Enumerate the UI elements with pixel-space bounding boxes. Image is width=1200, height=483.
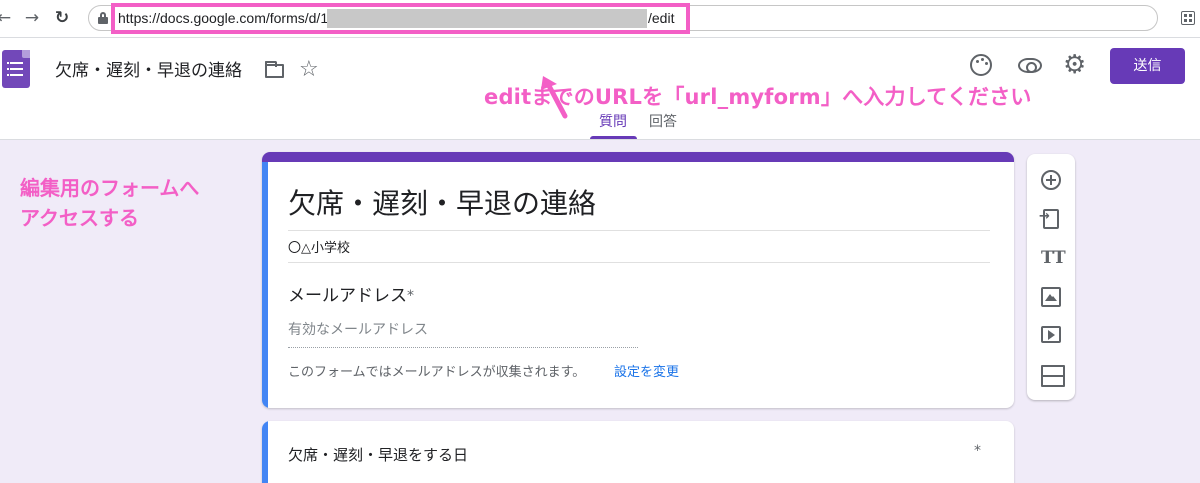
tab-responses[interactable]: 回答 [649,113,677,131]
required-star: * [974,443,981,459]
add-section-icon[interactable] [1041,365,1065,387]
document-title[interactable]: 欠席・遅刻・早退の連絡 [55,60,242,82]
add-question-icon[interactable] [1041,170,1061,190]
add-video-icon[interactable] [1041,326,1061,343]
card-focus-bar [262,421,268,483]
form-description[interactable]: 〇△小学校 [288,240,350,258]
form-title-card[interactable]: 欠席・遅刻・早退の連絡 〇△小学校 メールアドレス* 有効なメールアドレス この… [262,152,1014,408]
card-focus-bar [262,162,268,408]
send-button[interactable]: 送信 [1110,48,1185,84]
form-title[interactable]: 欠席・遅刻・早退の連絡 [288,186,596,222]
side-toolbar: TT [1027,154,1075,400]
description-underline [288,262,990,263]
email-label-text: メールアドレス [288,286,407,306]
card-top-bar [262,152,1014,162]
url-highlight-box [111,3,690,34]
gear-icon[interactable]: ⚙ [1063,51,1086,79]
annotation-url-note: editまでのURLを「url_myform」へ入力してください [484,85,1032,109]
required-star: * [407,288,414,304]
email-field[interactable]: 有効なメールアドレス [288,320,638,348]
star-icon[interactable]: ☆ [299,58,319,82]
email-label: メールアドレス* [288,285,414,307]
reload-icon[interactable]: ↻ [52,8,72,28]
back-arrow-icon[interactable]: ← [0,8,14,28]
palette-icon[interactable] [970,54,992,76]
change-settings-link[interactable]: 設定を変更 [614,364,679,382]
annotation-left-note: 編集用のフォームへ アクセスする [20,173,199,233]
folder-icon[interactable] [265,61,284,78]
tab-questions[interactable]: 質問 [599,113,627,131]
annotation-left-line1: 編集用のフォームへ [20,176,200,200]
question-card[interactable]: 欠席・遅刻・早退をする日 * [262,421,1014,483]
forms-logo-icon[interactable] [2,50,30,88]
lock-icon[interactable] [98,12,108,24]
add-image-icon[interactable] [1041,287,1061,307]
question-title[interactable]: 欠席・遅刻・早退をする日 [288,445,468,465]
forms-header: 欠席・遅刻・早退の連絡 ☆ ⚙ 送信 質問 回答 editまでのURLを「url… [0,38,1200,140]
active-tab-indicator [590,136,637,139]
forward-arrow-icon[interactable]: → [22,8,42,28]
import-questions-icon[interactable] [1039,209,1059,229]
annotation-left-line2: アクセスする [20,206,139,230]
add-title-icon[interactable]: TT [1041,248,1066,268]
email-collection-note: このフォームではメールアドレスが収集されます。 [288,365,586,380]
eye-icon[interactable] [1018,58,1042,73]
extension-icon[interactable] [1181,11,1195,25]
title-underline [288,230,990,231]
